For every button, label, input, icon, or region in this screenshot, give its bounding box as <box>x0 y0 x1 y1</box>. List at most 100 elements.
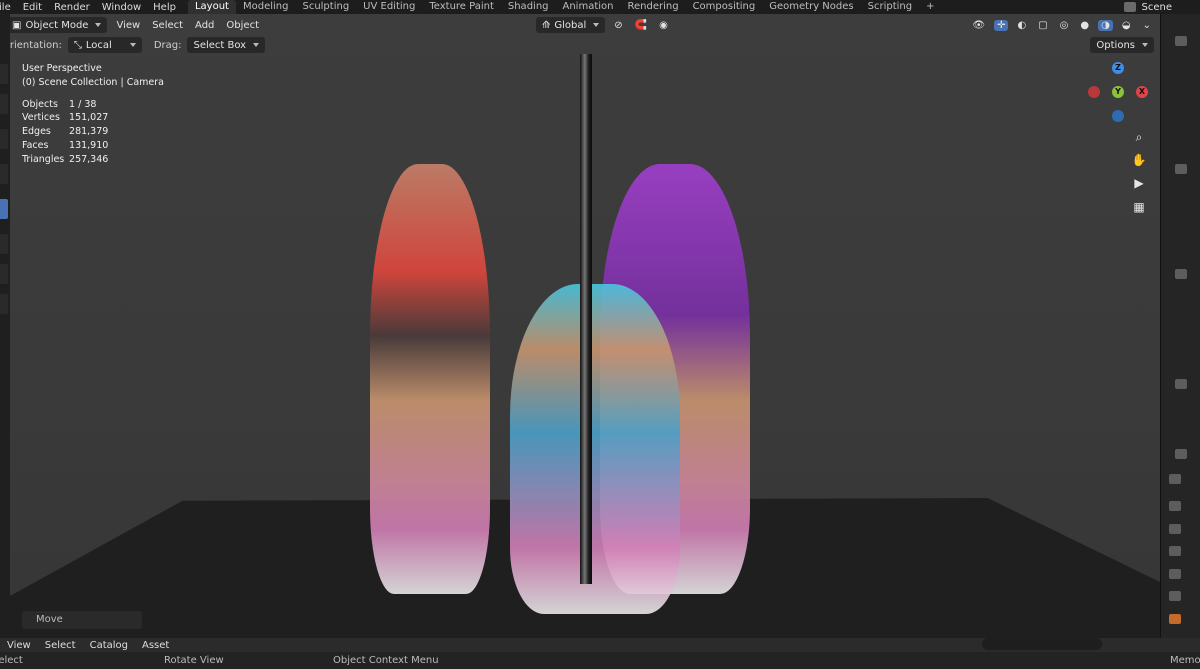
tool-button[interactable] <box>0 94 8 114</box>
chevron-down-icon <box>129 43 136 47</box>
tab-scripting[interactable]: Scripting <box>861 0 919 14</box>
gizmo-neg-x-axis[interactable] <box>1088 86 1100 98</box>
tab-shading[interactable]: Shading <box>501 0 556 14</box>
menu-view[interactable]: View <box>113 20 143 31</box>
shading-rendered-icon[interactable]: ◒ <box>1119 20 1134 31</box>
tool-button[interactable] <box>0 294 8 314</box>
tool-button[interactable] <box>0 164 8 184</box>
outliner-icon[interactable] <box>1175 36 1187 46</box>
status-bar: Select Rotate View Object Context Menu M… <box>0 652 1200 669</box>
tool-properties-icon[interactable] <box>1169 474 1181 484</box>
shading-solid-icon[interactable]: ● <box>1077 20 1092 31</box>
viewport-header: ▣ Object Mode View Select Add Object ⟰ G… <box>10 14 1160 36</box>
figure-red[interactable] <box>370 164 490 594</box>
properties-editor-icon[interactable] <box>1175 449 1187 459</box>
chevron-down-icon <box>253 43 260 47</box>
stat-faces: Faces 131,910 <box>22 139 109 151</box>
xray-icon[interactable]: ▢ <box>1035 20 1050 31</box>
shading-wireframe-icon[interactable]: ◎ <box>1057 20 1072 31</box>
shading-material-icon[interactable]: ◑ <box>1098 19 1113 31</box>
gizmo-toggle-icon[interactable]: ✛ <box>994 19 1009 31</box>
orientation-icon: ⟰ <box>542 19 551 31</box>
tab-compositing[interactable]: Compositing <box>686 0 763 14</box>
gizmo-y-axis[interactable]: Y <box>1112 86 1124 98</box>
3d-viewport[interactable]: ▣ Object Mode View Select Add Object ⟰ G… <box>10 14 1160 638</box>
tool-button[interactable] <box>0 64 8 84</box>
workspace-tabs: Layout Modeling Sculpting UV Editing Tex… <box>187 0 942 14</box>
status-context-menu: Object Context Menu <box>333 655 439 666</box>
figure-blue[interactable] <box>510 284 680 614</box>
gizmo-neg-z-axis[interactable] <box>1112 110 1124 122</box>
mode-dropdown[interactable]: ▣ Object Mode <box>10 17 108 33</box>
asset-menu-asset[interactable]: Asset <box>135 640 176 651</box>
add-workspace-button[interactable]: + <box>919 0 941 14</box>
menu-file[interactable]: File <box>0 2 17 13</box>
dance-pole[interactable] <box>580 54 592 584</box>
object-properties-icon[interactable] <box>1169 614 1181 624</box>
snap-icon[interactable]: 🧲 <box>632 20 650 31</box>
toolbar-strip <box>0 14 10 638</box>
tab-modeling[interactable]: Modeling <box>236 0 296 14</box>
collection-icon[interactable] <box>1175 269 1187 279</box>
local-axis-icon: ⤡ <box>73 39 82 51</box>
menu-window[interactable]: Window <box>96 2 147 13</box>
stat-triangles: Triangles 257,346 <box>22 153 109 165</box>
orientation-value: Local <box>85 39 112 51</box>
asset-menu-view[interactable]: View <box>0 640 38 651</box>
gizmo-x-axis[interactable]: X <box>1136 86 1148 98</box>
zoom-icon[interactable]: ⌕ <box>1130 128 1148 146</box>
gizmo-z-axis[interactable]: Z <box>1112 62 1124 74</box>
menu-object[interactable]: Object <box>223 20 262 31</box>
transform-orientation-dropdown[interactable]: ⟰ Global <box>536 17 606 33</box>
collection-icon[interactable] <box>1175 164 1187 174</box>
drag-value: Select Box <box>193 39 247 51</box>
overlay-icon[interactable]: ◐ <box>1014 20 1029 31</box>
top-bar: File Edit Render Window Help Layout Mode… <box>0 0 1200 14</box>
drag-dropdown[interactable]: Select Box <box>187 37 266 53</box>
tool-button[interactable] <box>0 264 8 284</box>
scene-properties-icon[interactable] <box>1169 569 1181 579</box>
tab-sculpting[interactable]: Sculpting <box>295 0 356 14</box>
mode-label: Object Mode <box>25 19 89 31</box>
menu-add[interactable]: Add <box>192 20 217 31</box>
menu-edit[interactable]: Edit <box>17 2 48 13</box>
render-properties-icon[interactable] <box>1169 501 1181 511</box>
view-layer-icon[interactable] <box>1169 546 1181 556</box>
menu-select[interactable]: Select <box>149 20 186 31</box>
tab-rendering[interactable]: Rendering <box>620 0 685 14</box>
menu-render[interactable]: Render <box>48 2 96 13</box>
menu-help[interactable]: Help <box>147 2 182 13</box>
asset-menu-select[interactable]: Select <box>38 640 83 651</box>
scene-icon <box>1123 2 1136 12</box>
grid-view-icon[interactable]: ▦ <box>1130 198 1148 216</box>
tab-animation[interactable]: Animation <box>556 0 621 14</box>
transform-label: Global <box>554 19 587 31</box>
camera-view-icon[interactable]: ▶ <box>1130 174 1148 192</box>
navigation-gizmo[interactable]: Z Y X <box>1088 62 1148 126</box>
perspective-label: User Perspective <box>22 63 102 74</box>
chevron-down-icon[interactable]: ⌄ <box>1140 20 1154 31</box>
asset-menu-catalog[interactable]: Catalog <box>83 640 135 651</box>
tab-geometry-nodes[interactable]: Geometry Nodes <box>762 0 860 14</box>
options-dropdown[interactable]: Options <box>1090 37 1154 53</box>
pan-hand-icon[interactable]: ✋ <box>1130 151 1148 169</box>
tool-button-active[interactable] <box>0 199 8 219</box>
tab-texture-paint[interactable]: Texture Paint <box>422 0 501 14</box>
tool-button[interactable] <box>0 234 8 254</box>
last-operator-panel[interactable]: Move <box>22 611 142 629</box>
object-mode-icon: ▣ <box>12 19 22 31</box>
visibility-icon[interactable]: 👁 <box>969 20 988 31</box>
stat-objects: Objects 1 / 38 <box>22 98 97 110</box>
asset-search-input[interactable] <box>982 638 1102 650</box>
pivot-icon[interactable]: ⊘ <box>611 20 625 31</box>
orientation-dropdown[interactable]: ⤡ Local <box>67 37 142 53</box>
proportional-edit-icon[interactable]: ◉ <box>656 20 671 31</box>
tool-button[interactable] <box>0 129 8 149</box>
collection-icon[interactable] <box>1175 379 1187 389</box>
tab-layout[interactable]: Layout <box>187 0 236 14</box>
drag-label: Drag: <box>153 39 182 51</box>
world-properties-icon[interactable] <box>1169 591 1181 601</box>
output-properties-icon[interactable] <box>1169 524 1181 534</box>
scene-selector[interactable]: Scene <box>1123 0 1172 14</box>
tab-uv-editing[interactable]: UV Editing <box>356 0 422 14</box>
